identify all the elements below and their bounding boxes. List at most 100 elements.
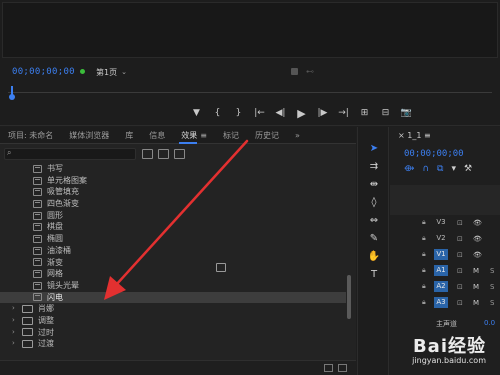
track-target-toggle[interactable]: A3 (434, 297, 448, 308)
track-a2[interactable]: 🔒︎ A2 ⊡ M S (390, 279, 500, 294)
eye-icon[interactable]: 👁︎ (473, 251, 482, 259)
tab-4[interactable]: 效果 ≡ (173, 127, 215, 144)
track-a3[interactable]: 🔒︎ A3 ⊡ M S (390, 295, 500, 310)
tabs-overflow-button[interactable]: » (287, 127, 308, 144)
lock-icon[interactable]: 🔒︎ (422, 250, 426, 259)
mute-button[interactable]: M (473, 267, 479, 275)
wrench-icon[interactable]: ⚒ (464, 164, 472, 174)
expand-chevron-icon[interactable]: › (12, 303, 22, 315)
track-select-tool-icon[interactable]: ⇉ (366, 159, 382, 173)
effect-item[interactable]: 油漆桶 (0, 245, 346, 257)
32bit-effects-icon[interactable] (158, 149, 169, 159)
linked-selection-icon[interactable]: ⧉ (437, 164, 443, 174)
track-target-toggle[interactable]: A2 (434, 281, 448, 292)
go-to-out-button[interactable]: →| (333, 106, 354, 120)
expand-chevron-icon[interactable]: › (12, 315, 22, 327)
timeline-timecode[interactable]: 00;00;00;00 (404, 149, 464, 159)
delete-icon[interactable] (338, 364, 347, 372)
monitor-scrubber[interactable] (8, 84, 492, 94)
effect-item[interactable]: 单元格图案 (0, 175, 346, 187)
selection-tool-icon[interactable]: ➤ (366, 141, 382, 155)
page-select-dropdown[interactable]: 第1页 ⌄ (96, 66, 158, 78)
track-target-toggle[interactable]: A1 (434, 265, 448, 276)
export-frame-button[interactable]: 📷 (396, 106, 417, 120)
tab-6[interactable]: 历史记 (247, 127, 287, 144)
lock-icon[interactable]: 🔒︎ (422, 298, 426, 307)
effect-item[interactable]: 书写 (0, 163, 346, 175)
expand-chevron-icon[interactable]: › (12, 338, 22, 350)
sync-lock-icon[interactable]: ⊡ (457, 251, 463, 259)
master-volume[interactable]: 0.0 (484, 319, 495, 327)
playhead-handle[interactable] (9, 94, 15, 100)
type-tool-icon[interactable]: T (366, 267, 382, 281)
new-bin-icon[interactable] (324, 364, 333, 372)
track-v3[interactable]: 🔒︎ V3 ⊡ 👁︎ (390, 215, 500, 230)
monitor-timecode[interactable]: 00;00;00;00 (12, 67, 75, 77)
tab-1[interactable]: 媒体浏览器 (61, 127, 117, 144)
sync-lock-icon[interactable]: ⊡ (457, 267, 463, 275)
solo-button[interactable]: S (490, 267, 494, 275)
effect-item[interactable]: 渐变 (0, 257, 346, 269)
effect-item[interactable]: 闪电 (0, 291, 346, 304)
insert-button[interactable]: ⊞ (354, 106, 375, 120)
mute-button[interactable]: M (473, 283, 479, 291)
lock-icon[interactable]: 🔒︎ (422, 282, 426, 291)
timeline-tab[interactable]: × 1_1 ≡ (390, 127, 500, 144)
marker-icon[interactable]: ▾ (451, 164, 456, 174)
tab-2[interactable]: 库 (117, 127, 141, 144)
yuv-effects-icon[interactable] (174, 149, 185, 159)
panel-menu-icon[interactable]: ≡ (424, 131, 431, 140)
ripple-edit-tool-icon[interactable]: ⇹ (366, 177, 382, 191)
close-icon[interactable]: × (398, 131, 405, 140)
track-target-toggle[interactable]: V2 (434, 233, 448, 244)
track-target-toggle[interactable]: V3 (434, 217, 448, 228)
effect-folder[interactable]: › 过渡 (0, 338, 346, 350)
tab-0[interactable]: 项目: 未命名 (0, 127, 61, 144)
solo-button[interactable]: S (490, 299, 494, 307)
step-back-button[interactable]: ◀| (270, 106, 291, 120)
solo-button[interactable]: S (490, 283, 494, 291)
overwrite-button[interactable]: ⊟ (375, 106, 396, 120)
slip-tool-icon[interactable]: ⇔ (366, 213, 382, 227)
panel-menu-icon[interactable]: ≡ (200, 131, 207, 140)
timeline-ruler[interactable] (390, 185, 500, 215)
effect-item[interactable]: 镜头光晕 (0, 280, 346, 292)
effects-scrollbar[interactable] (346, 163, 352, 363)
add-marker-button[interactable]: ▼ (186, 106, 207, 120)
effect-item[interactable]: 椭圆 (0, 233, 346, 245)
effect-folder[interactable]: › 调整 (0, 315, 346, 327)
step-forward-button[interactable]: |▶ (312, 106, 333, 120)
lock-icon[interactable]: 🔒︎ (422, 234, 426, 243)
razor-tool-icon[interactable]: ◊ (366, 195, 382, 209)
tab-3[interactable]: 信息 (141, 127, 173, 144)
eye-icon[interactable]: 👁︎ (473, 235, 482, 243)
track-v2[interactable]: 🔒︎ V2 ⊡ 👁︎ (390, 231, 500, 246)
effect-item[interactable]: 四色渐变 (0, 198, 346, 210)
sync-lock-icon[interactable]: ⊡ (457, 219, 463, 227)
scrollbar-thumb[interactable] (347, 275, 351, 319)
tab-5[interactable]: 标记 (215, 127, 247, 144)
wrench-icon[interactable]: ⊷ (306, 67, 314, 76)
mark-out-button[interactable]: } (228, 106, 249, 120)
effect-folder[interactable]: › 肖娜 (0, 303, 346, 315)
sync-lock-icon[interactable]: ⊡ (457, 235, 463, 243)
accelerated-effects-icon[interactable] (142, 149, 153, 159)
track-v1[interactable]: 🔒︎ V1 ⊡ 👁︎ (390, 247, 500, 262)
effects-search-input[interactable]: ⌕ (4, 148, 136, 160)
effect-folder[interactable]: › 过时 (0, 327, 346, 339)
sync-lock-icon[interactable]: ⊡ (457, 283, 463, 291)
mute-button[interactable]: M (473, 299, 479, 307)
settings-icon[interactable] (291, 68, 298, 75)
magnet-icon[interactable]: ∩ (422, 164, 429, 174)
track-target-toggle[interactable]: V1 (434, 249, 448, 260)
hand-tool-icon[interactable]: ✋ (366, 249, 382, 263)
track-a1[interactable]: 🔒︎ A1 ⊡ M S (390, 263, 500, 278)
pen-tool-icon[interactable]: ✎ (366, 231, 382, 245)
lock-icon[interactable]: 🔒︎ (422, 266, 426, 275)
effect-item[interactable]: 吸管填充 (0, 186, 346, 198)
effect-item[interactable]: 棋盘 (0, 221, 346, 233)
eye-icon[interactable]: 👁︎ (473, 219, 482, 227)
effect-item[interactable]: 圆形 (0, 210, 346, 222)
lock-icon[interactable]: 🔒︎ (422, 218, 426, 227)
effect-item[interactable]: 网格 (0, 268, 346, 280)
